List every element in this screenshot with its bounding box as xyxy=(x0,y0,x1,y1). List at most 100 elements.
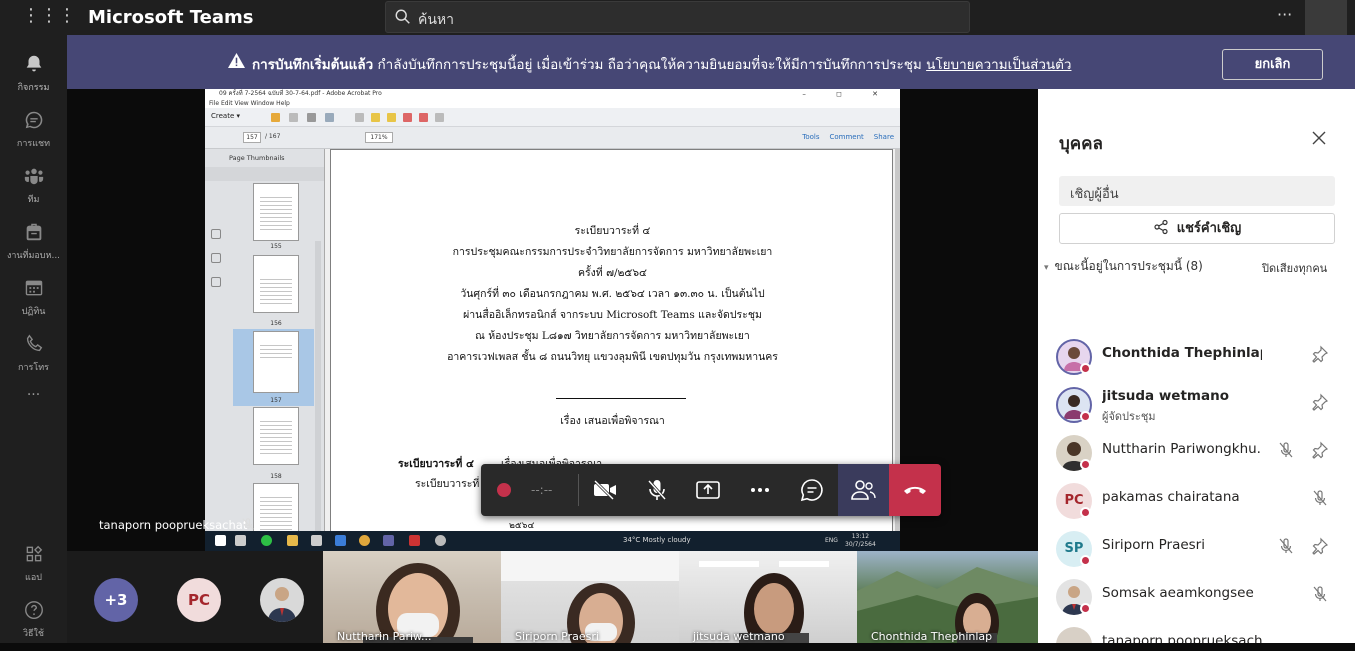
rail-item-calendar[interactable]: ปฏิทิน xyxy=(0,273,67,329)
open-icon xyxy=(271,113,280,122)
rail-item-activity[interactable]: กิจกรรม xyxy=(0,49,67,105)
chrome-icon xyxy=(359,535,370,546)
close-icon[interactable] xyxy=(1311,130,1327,146)
camera-toggle-button[interactable] xyxy=(591,476,619,504)
teams-icon xyxy=(24,168,43,185)
thumbnail-panel: Page Thumbnails 155 156 157 158 xyxy=(205,149,325,551)
page-thumbnail xyxy=(253,407,299,465)
call-controls: --:-- xyxy=(481,464,941,516)
tile-name: jitsuda wetmano xyxy=(693,630,785,643)
tools-link: Tools xyxy=(802,133,820,141)
share-invite-label: แชร์คำเชิญ xyxy=(1176,221,1242,236)
pin-icon[interactable] xyxy=(1311,537,1329,555)
participant-row[interactable]: Chonthida Thephinlap xyxy=(1038,335,1355,383)
profile-avatar[interactable] xyxy=(1305,0,1347,35)
more-options-icon[interactable]: ··· xyxy=(1277,5,1292,24)
line-app-icon xyxy=(261,535,272,546)
rail-label: การแชท xyxy=(16,139,51,149)
participants-button[interactable] xyxy=(838,464,889,516)
participant-row[interactable]: Nuttharin Pariwongkhu... xyxy=(1038,431,1355,479)
status-badge xyxy=(1080,603,1091,614)
taskbar-clock: 13:12 30/7/2564 xyxy=(845,533,876,549)
mic-off-icon xyxy=(1279,538,1293,554)
privacy-policy-link[interactable]: นโยบายความเป็นส่วนตัว xyxy=(926,57,1071,73)
phone-icon xyxy=(26,334,42,352)
thumbnail-number: 158 xyxy=(270,473,282,480)
more-icon: ··· xyxy=(26,387,41,403)
tile-name: Nuttharin Pariw... xyxy=(337,630,432,643)
doc-line: อาคารเวฟเพลส ชั้น ๘ ถนนวิทยุ แขวงลุมพินี… xyxy=(447,351,778,363)
windows-taskbar: 34°C Mostly cloudy ENG 13:12 30/7/2564 xyxy=(205,531,900,551)
invite-input[interactable]: เชิญผู้อื่น xyxy=(1059,176,1335,206)
mute-toggle-button[interactable] xyxy=(643,476,671,504)
create-button: Create ▾ xyxy=(211,112,240,120)
avatar xyxy=(1056,627,1092,643)
rail-item-apps[interactable]: แอป xyxy=(0,539,67,595)
thumbnail-scrollbar xyxy=(315,241,321,551)
chat-icon xyxy=(800,479,823,502)
participant-row[interactable]: Somsak aeamkongsee xyxy=(1038,575,1355,623)
task-view-icon xyxy=(235,535,246,546)
recording-banner: การบันทึกเริ่มต้นแล้ว กำลังบันทึกการประช… xyxy=(67,35,1355,89)
in-meeting-section-toggle[interactable]: ▾ ขณะนี้อยู่ในการประชุมนี้ (8) xyxy=(1044,257,1203,276)
pin-icon[interactable] xyxy=(1311,345,1329,363)
rail-item-more[interactable]: ··· xyxy=(0,387,67,443)
rail-label: งานที่มอบห... xyxy=(6,251,61,261)
video-tile[interactable]: Siriporn Praesri xyxy=(501,551,679,643)
app-launcher-icon[interactable]: ⋮⋮⋮ xyxy=(22,6,76,26)
search-input[interactable]: ค้นหา xyxy=(385,1,970,33)
presenter-name: tanaporn pooprueksachat xyxy=(99,518,248,532)
hang-up-icon xyxy=(904,486,926,494)
participant-name: Nuttharin Pariwongkhu... xyxy=(1102,441,1262,457)
divider xyxy=(578,474,579,506)
share-invite-button[interactable]: แชร์คำเชิญ xyxy=(1059,213,1335,244)
app-icon xyxy=(311,535,322,546)
status-badge xyxy=(1080,555,1091,566)
rail-item-chat[interactable]: การแชท xyxy=(0,105,67,161)
comment-icon xyxy=(371,113,380,122)
bell-icon xyxy=(26,55,41,72)
outlook-icon xyxy=(335,535,346,546)
sidebar-icons xyxy=(211,229,223,301)
thumbnail-number: 157 xyxy=(270,397,282,404)
participant-row[interactable]: SP Siriporn Praesri xyxy=(1038,527,1355,575)
folder-icon xyxy=(287,535,298,546)
more-actions-button[interactable] xyxy=(746,476,774,504)
participant-row[interactable]: PC pakamas chairatana xyxy=(1038,479,1355,527)
video-tile[interactable]: Chonthida Thephinlap xyxy=(857,551,1038,643)
thumbnail-number: 155 xyxy=(270,243,282,250)
mute-all-button[interactable]: ปิดเสียงทุกคน xyxy=(1262,259,1327,277)
weather-widget: 34°C Mostly cloudy xyxy=(623,536,691,544)
cancel-button[interactable]: ยกเลิก xyxy=(1222,49,1323,80)
acrobat-toolbar: Create ▾ xyxy=(205,108,900,127)
search-icon xyxy=(395,9,410,24)
participant-row[interactable]: jitsuda wetmano ผู้จัดประชุม xyxy=(1038,383,1355,431)
pin-icon[interactable] xyxy=(1311,441,1329,459)
rail-item-assignments[interactable]: งานที่มอบห... xyxy=(0,217,67,273)
pin-icon[interactable] xyxy=(1311,393,1329,411)
participant-name: pakamas chairatana xyxy=(1102,489,1240,505)
sticky-note-icon xyxy=(387,113,396,122)
doc-line: วันศุกร์ที่ ๓๐ เดือนกรกฎาคม พ.ศ. ๒๕๖๔ เว… xyxy=(460,288,765,300)
people-panel: บุคคล เชิญผู้อื่น แชร์คำเชิญ ▾ ขณะนี้อยู่… xyxy=(1038,89,1355,643)
video-tile[interactable]: Nuttharin Pariw... xyxy=(323,551,501,643)
overflow-participants-button[interactable]: +3 xyxy=(94,578,138,622)
video-tile[interactable]: jitsuda wetmano xyxy=(679,551,857,643)
rail-label: แอป xyxy=(25,573,42,583)
participant-name: tanaporn pooprueksachat xyxy=(1102,633,1262,643)
agenda-label: ระเบียบวาระที่ ๔ xyxy=(398,458,474,470)
chat-button[interactable] xyxy=(798,476,826,504)
share-icon xyxy=(1154,219,1168,235)
participant-row[interactable]: tanaporn pooprueksachat xyxy=(1038,623,1355,643)
app-rail: กิจกรรม การแชท ทีม งานที่มอบห... ปฏิทิน … xyxy=(0,35,67,643)
rail-item-teams[interactable]: ทีม xyxy=(0,161,67,217)
leave-call-button[interactable] xyxy=(889,464,941,516)
mic-off-icon xyxy=(1313,490,1327,506)
more-icon xyxy=(751,488,769,492)
status-badge xyxy=(1080,507,1091,518)
share-screen-button[interactable] xyxy=(694,476,722,504)
acrobat-nav-toolbar: 157 / 167 171% Tools Comment Share xyxy=(205,127,900,149)
rail-item-calls[interactable]: การโทร xyxy=(0,329,67,385)
rail-label: วิธีใช้ xyxy=(22,629,45,639)
share-tray-icon xyxy=(696,481,720,499)
